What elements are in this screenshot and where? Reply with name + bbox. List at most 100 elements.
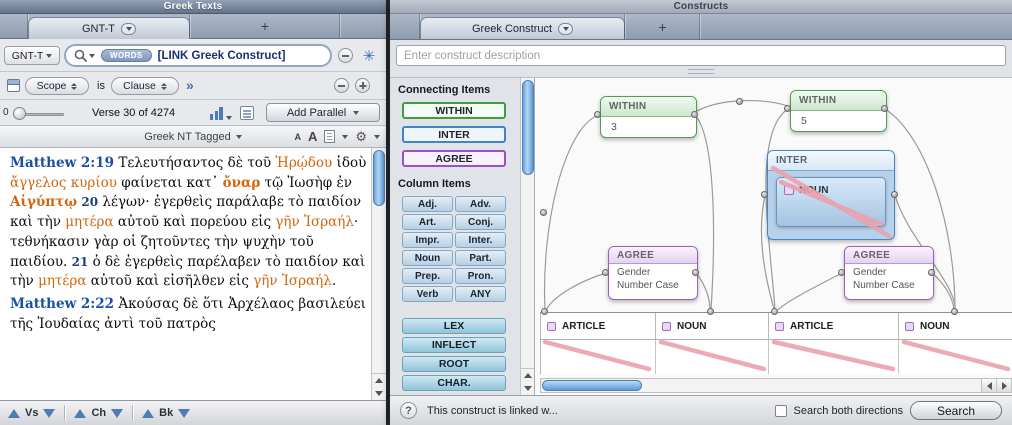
connector-within-button[interactable]: WITHIN — [402, 102, 506, 119]
chevron-down-icon[interactable] — [558, 23, 573, 35]
noun-item[interactable]: NOUN — [776, 177, 886, 227]
text-display-selector[interactable]: Greek NT Tagged — [144, 131, 230, 143]
constructs-titlebar[interactable]: Constructs — [390, 0, 1012, 14]
within-connector-1[interactable]: WITHIN 3 — [600, 96, 697, 138]
scroll-up-button[interactable] — [521, 369, 534, 382]
new-tab-button[interactable]: + — [625, 14, 700, 39]
connection-dot[interactable] — [541, 308, 548, 315]
within-connector-2[interactable]: WITHIN 5 — [790, 90, 887, 132]
column-item-button[interactable]: Adv. — [455, 196, 506, 212]
increase-font-button[interactable]: A — [308, 129, 317, 144]
page-layout-icon[interactable] — [324, 130, 335, 143]
verse-up-button[interactable] — [8, 409, 20, 418]
connector-agree-button[interactable]: AGREE — [402, 150, 506, 167]
char-button[interactable]: CHAR. — [402, 375, 506, 391]
agree-connector-2[interactable]: AGREE Gender Number Case — [844, 246, 934, 300]
scope-popup[interactable]: Scope — [25, 77, 89, 95]
connection-dot[interactable] — [594, 111, 601, 118]
connection-dot[interactable] — [771, 308, 778, 315]
slider-knob[interactable] — [13, 107, 26, 120]
amplify-icon[interactable] — [358, 45, 380, 67]
scroll-thumb[interactable] — [542, 380, 642, 391]
scroll-down-button[interactable] — [521, 382, 534, 395]
book-up-button[interactable] — [142, 409, 154, 418]
tab-gnt-t[interactable]: GNT-T — [28, 17, 190, 39]
search-button[interactable]: Search — [910, 401, 1002, 420]
scroll-right-button[interactable] — [996, 379, 1011, 392]
agree-connector-1[interactable]: AGREE Gender Number Case — [608, 246, 698, 300]
connection-dot[interactable] — [891, 191, 898, 198]
pane-splitter-grip[interactable] — [688, 69, 714, 74]
words-scope-pill[interactable]: WORDS — [101, 49, 152, 62]
column-header[interactable]: NOUN — [656, 313, 769, 340]
scroll-thumb[interactable] — [373, 150, 385, 206]
root-button[interactable]: ROOT — [402, 356, 506, 372]
remove-search-row-button[interactable] — [338, 48, 353, 63]
new-tab-button[interactable]: + — [190, 14, 340, 38]
scroll-down-button[interactable] — [372, 387, 386, 400]
gear-icon[interactable] — [355, 129, 367, 145]
book-down-button[interactable] — [178, 409, 190, 418]
connection-dot[interactable] — [691, 111, 698, 118]
connector-inter-button[interactable]: INTER — [402, 126, 506, 143]
connection-dot[interactable] — [707, 308, 714, 315]
column-item-button[interactable]: Pron. — [455, 268, 506, 284]
search-icon[interactable] — [74, 49, 95, 62]
connection-dot[interactable] — [784, 105, 791, 112]
construct-description-input[interactable] — [396, 45, 1006, 66]
scroll-left-button[interactable] — [982, 379, 996, 392]
connection-dot[interactable] — [736, 98, 743, 105]
greek-texts-titlebar[interactable]: Greek Texts — [0, 0, 386, 14]
expand-criteria-chevrons[interactable]: » — [186, 77, 194, 93]
search-input[interactable]: WORDS [LINK Greek Construct] — [64, 44, 332, 67]
horizontal-scrollbar[interactable] — [540, 378, 1012, 393]
module-select-button[interactable]: GNT-T — [4, 46, 60, 65]
connection-dot[interactable] — [838, 269, 845, 276]
connection-dot[interactable] — [602, 269, 609, 276]
column-cell[interactable] — [541, 340, 656, 374]
column-cell[interactable] — [769, 340, 899, 374]
column-item-button[interactable]: Prep. — [402, 268, 453, 284]
decrease-font-button[interactable]: A — [294, 132, 301, 142]
search-both-directions-checkbox[interactable] — [775, 405, 787, 417]
chapter-up-button[interactable] — [74, 409, 86, 418]
column-cell[interactable] — [899, 340, 1012, 374]
connection-dot[interactable] — [692, 269, 699, 276]
tab-greek-construct[interactable]: Greek Construct — [420, 17, 625, 39]
column-cell[interactable] — [656, 340, 769, 374]
vertical-scrollbar[interactable] — [520, 78, 535, 395]
verse-down-button[interactable] — [43, 409, 55, 418]
greek-text[interactable]: Matthew 2:19 Τελευτήσαντος δὲ τοῦ Ἡρῴδου… — [0, 148, 371, 400]
column-item-button[interactable]: Impr. — [402, 232, 453, 248]
inter-connector[interactable]: INTER NOUN — [767, 150, 895, 240]
connection-dot[interactable] — [928, 269, 935, 276]
search-options-icon[interactable] — [7, 79, 20, 92]
connection-dot[interactable] — [881, 105, 888, 112]
chapter-down-button[interactable] — [111, 409, 123, 418]
inflect-button[interactable]: INFLECT — [402, 337, 506, 353]
column-header[interactable]: ARTICLE — [769, 313, 899, 340]
connection-dot[interactable] — [951, 308, 958, 315]
column-header[interactable]: ARTICLE — [541, 313, 656, 340]
column-item-button[interactable]: Part. — [455, 250, 506, 266]
remove-criteria-button[interactable] — [334, 78, 349, 93]
add-criteria-button[interactable] — [355, 78, 370, 93]
column-item-button[interactable]: Art. — [402, 214, 453, 230]
column-item-button[interactable]: Inter. — [455, 232, 506, 248]
column-item-button[interactable]: Conj. — [455, 214, 506, 230]
chevron-down-icon[interactable] — [121, 23, 136, 35]
scroll-up-button[interactable] — [372, 374, 386, 387]
column-header[interactable]: NOUN — [899, 313, 1012, 340]
vertical-scrollbar[interactable] — [371, 148, 386, 400]
lex-button[interactable]: LEX — [402, 318, 506, 334]
scroll-thumb[interactable] — [522, 80, 534, 175]
connection-dot[interactable] — [761, 191, 768, 198]
help-button[interactable]: ? — [400, 402, 417, 419]
column-item-button[interactable]: Adj. — [402, 196, 453, 212]
add-parallel-button[interactable]: Add Parallel — [266, 103, 380, 122]
column-item-button[interactable]: Noun — [402, 250, 453, 266]
text-browser-icon[interactable] — [240, 106, 254, 120]
construct-canvas[interactable]: WITHIN 3 WITHIN 5 INTER NOUN AGREE Ge — [535, 78, 1012, 395]
column-item-button[interactable]: Verb — [402, 286, 453, 302]
details-chart-icon[interactable] — [210, 106, 232, 120]
